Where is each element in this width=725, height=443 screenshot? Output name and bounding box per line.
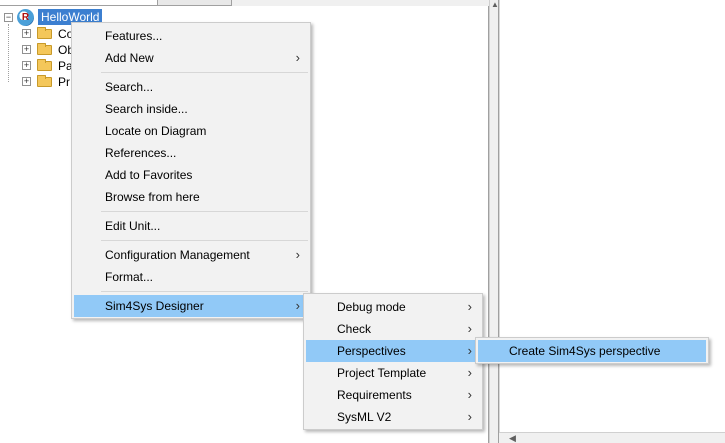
chevron-right-icon: › xyxy=(295,247,300,262)
scroll-left-arrow-icon[interactable]: ◀ xyxy=(509,433,516,443)
menu-item-add-to-favorites[interactable]: Add to Favorites xyxy=(74,164,308,186)
folder-icon xyxy=(37,43,52,55)
context-menu: Features... Add New › Search... Search in… xyxy=(71,22,311,319)
menu-separator xyxy=(101,211,308,212)
menu-item-label: Locate on Diagram xyxy=(105,124,207,138)
menu-item-label: Browse from here xyxy=(105,190,200,204)
menu-item-label: Debug mode xyxy=(337,300,406,314)
menu-item-format[interactable]: Format... xyxy=(74,266,308,288)
horizontal-scrollbar[interactable]: ◀ xyxy=(499,432,725,443)
sim4sys-submenu: Debug mode › Check › Perspectives › Project… xyxy=(303,293,483,430)
menu-item-label: Configuration Management xyxy=(105,248,250,262)
chevron-right-icon: › xyxy=(467,299,472,314)
tree-item-label: Pr xyxy=(58,75,70,89)
expand-icon[interactable]: + xyxy=(22,61,31,70)
menu-item-label: Project Template xyxy=(337,366,427,380)
menu-item-label: Search... xyxy=(105,80,154,94)
menu-item-locate-on-diagram[interactable]: Locate on Diagram xyxy=(74,120,308,142)
menu-item-search-inside[interactable]: Search inside... xyxy=(74,98,308,120)
menu-item-check[interactable]: Check › xyxy=(306,318,480,340)
menu-item-add-new[interactable]: Add New › xyxy=(74,47,308,69)
expand-icon[interactable]: + xyxy=(22,77,31,86)
chevron-right-icon: › xyxy=(467,343,472,358)
menu-separator xyxy=(101,72,308,73)
menu-item-debug-mode[interactable]: Debug mode › xyxy=(306,296,480,318)
menu-item-create-sim4sys-perspective[interactable]: Create Sim4Sys perspective xyxy=(478,340,706,362)
menu-item-label: Format... xyxy=(105,270,154,284)
vertical-scrollbar[interactable]: ▲ xyxy=(489,0,499,443)
menu-item-label: Sim4Sys Designer xyxy=(105,299,204,313)
menu-item-references[interactable]: References... xyxy=(74,142,308,164)
chevron-right-icon: › xyxy=(467,387,472,402)
menu-item-label: Features... xyxy=(105,29,163,43)
menu-item-label: Add to Favorites xyxy=(105,168,193,182)
chevron-right-icon: › xyxy=(467,409,472,424)
menu-item-perspectives[interactable]: Perspectives › xyxy=(306,340,480,362)
menu-item-label: Edit Unit... xyxy=(105,219,161,233)
menu-separator xyxy=(101,291,308,292)
menu-separator xyxy=(101,240,308,241)
perspectives-submenu: Create Sim4Sys perspective xyxy=(475,337,709,364)
menu-item-label: Requirements xyxy=(337,388,412,402)
menu-item-search[interactable]: Search... xyxy=(74,76,308,98)
menu-item-label: Perspectives xyxy=(337,344,406,358)
model-icon: R xyxy=(17,9,34,26)
scroll-up-arrow-icon[interactable]: ▲ xyxy=(491,0,499,10)
chevron-right-icon: › xyxy=(295,298,300,313)
chevron-right-icon: › xyxy=(295,50,300,65)
menu-item-label: Create Sim4Sys perspective xyxy=(509,344,661,358)
right-pane xyxy=(499,0,725,443)
menu-item-sysml-v2[interactable]: SysML V2 › xyxy=(306,406,480,428)
collapse-icon[interactable]: − xyxy=(4,13,13,22)
chevron-right-icon: › xyxy=(467,365,472,380)
folder-icon xyxy=(37,75,52,87)
expand-icon[interactable]: + xyxy=(22,45,31,54)
menu-item-label: Check xyxy=(337,322,372,336)
folder-icon xyxy=(37,27,52,39)
menu-item-sim4sys-designer[interactable]: Sim4Sys Designer › xyxy=(74,295,308,317)
menu-item-project-template[interactable]: Project Template › xyxy=(306,362,480,384)
menu-item-browse-from-here[interactable]: Browse from here xyxy=(74,186,308,208)
expand-icon[interactable]: + xyxy=(22,29,31,38)
folder-icon xyxy=(37,59,52,71)
menu-item-requirements[interactable]: Requirements › xyxy=(306,384,480,406)
menu-item-label: Search inside... xyxy=(105,102,188,116)
menu-item-features[interactable]: Features... xyxy=(74,25,308,47)
tree-connector xyxy=(8,24,9,82)
menu-item-label: Add New xyxy=(105,51,154,65)
chevron-right-icon: › xyxy=(467,321,472,336)
menu-item-configuration-management[interactable]: Configuration Management › xyxy=(74,244,308,266)
menu-item-label: References... xyxy=(105,146,177,160)
menu-item-label: SysML V2 xyxy=(337,410,392,424)
menu-item-edit-unit[interactable]: Edit Unit... xyxy=(74,215,308,237)
